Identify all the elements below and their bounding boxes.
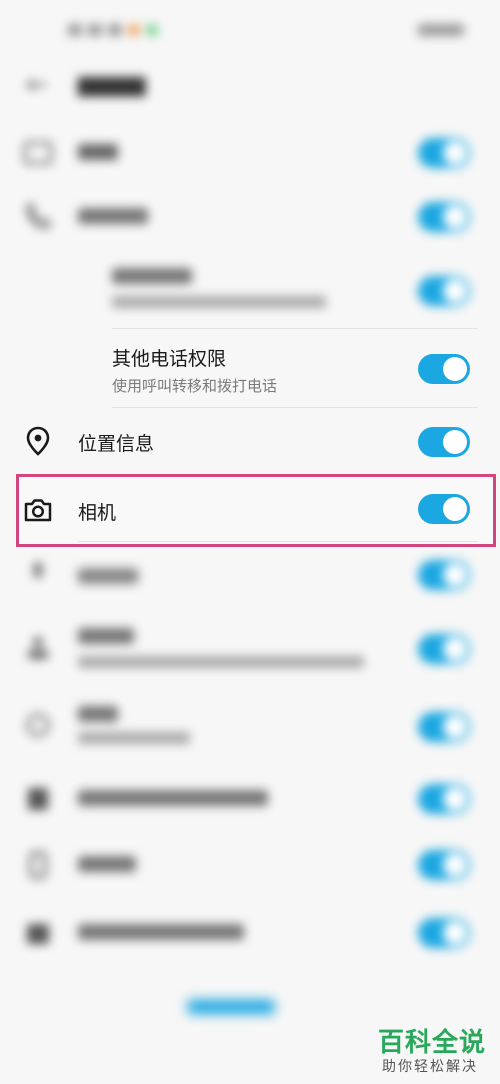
call-log-icon bbox=[28, 788, 48, 810]
permission-row-contacts[interactable] bbox=[0, 618, 500, 680]
storage-toggle[interactable] bbox=[418, 138, 470, 168]
row-sub-placeholder bbox=[112, 296, 326, 308]
page-title: ▆▆▆▆ bbox=[78, 72, 146, 97]
permission-row-other-phone[interactable]: 其他电话权限 使用呼叫转移和拨打电话 bbox=[0, 334, 500, 404]
row-label-placeholder bbox=[78, 706, 118, 722]
row-label-placeholder bbox=[78, 856, 136, 872]
other-phone-label: 其他电话权限 bbox=[112, 348, 227, 370]
row-sub-placeholder bbox=[78, 732, 190, 744]
toggle-knob bbox=[443, 357, 467, 381]
watermark-subtitle: 助你轻松解决 bbox=[382, 1059, 478, 1075]
status-bar bbox=[0, 0, 500, 60]
folder-icon bbox=[23, 141, 53, 165]
signal-icon bbox=[68, 24, 82, 36]
phone-toggle[interactable] bbox=[418, 202, 470, 232]
wifi-icon bbox=[88, 24, 102, 36]
toggle-knob bbox=[443, 637, 467, 661]
divider bbox=[78, 541, 478, 542]
toggle-knob bbox=[443, 787, 467, 811]
toggle-knob bbox=[443, 563, 467, 587]
row-label-placeholder bbox=[78, 628, 134, 644]
messages-toggle[interactable] bbox=[418, 712, 470, 742]
permission-row-location[interactable]: 位置信息 bbox=[0, 412, 500, 470]
row-label-placeholder bbox=[78, 208, 148, 224]
permission-row-call-log[interactable] bbox=[0, 774, 500, 824]
toggle-knob bbox=[443, 430, 467, 454]
contacts-icon bbox=[28, 637, 48, 659]
row-label-placeholder bbox=[78, 924, 244, 940]
row-label-placeholder bbox=[78, 568, 138, 584]
call-log-toggle[interactable] bbox=[418, 784, 470, 814]
data-icon bbox=[108, 24, 122, 36]
notification-dot-icon bbox=[128, 24, 140, 36]
camera-icon bbox=[24, 499, 52, 522]
permission-row-phone[interactable] bbox=[0, 192, 500, 242]
microphone-icon bbox=[34, 562, 42, 578]
toggle-knob bbox=[443, 921, 467, 945]
message-icon bbox=[26, 713, 50, 737]
permission-row-storage[interactable] bbox=[0, 128, 500, 178]
permission-row-calendar[interactable] bbox=[0, 908, 500, 958]
permission-row-messages[interactable] bbox=[0, 698, 500, 756]
row-label-placeholder bbox=[78, 790, 268, 806]
arrow-left-icon[interactable]: ← bbox=[26, 72, 48, 98]
other-phone-sub: 使用呼叫转移和拨打电话 bbox=[112, 377, 278, 395]
contacts-toggle[interactable] bbox=[418, 634, 470, 664]
row-label-placeholder bbox=[78, 144, 118, 160]
divider bbox=[112, 407, 478, 408]
toggle-knob bbox=[443, 279, 467, 303]
toggle-knob bbox=[443, 715, 467, 739]
view-all-permissions-link[interactable]: ▆▆▆▆▆▆▆ bbox=[188, 995, 274, 1014]
watermark-title: 百科全说 bbox=[378, 1028, 487, 1058]
camera-label: 相机 bbox=[78, 502, 117, 524]
header: ← ▆▆▆▆ bbox=[0, 60, 500, 110]
permission-row-phone-status[interactable] bbox=[0, 258, 500, 326]
location-label: 位置信息 bbox=[78, 433, 155, 455]
toggle-knob bbox=[443, 853, 467, 877]
body-sensors-toggle[interactable] bbox=[418, 850, 470, 880]
location-toggle[interactable] bbox=[418, 427, 470, 457]
calendar-icon bbox=[27, 924, 49, 944]
row-sub-placeholder bbox=[78, 656, 364, 668]
row-label-placeholder bbox=[112, 268, 192, 284]
toggle-knob bbox=[443, 141, 467, 165]
permission-row-body-sensors[interactable] bbox=[0, 840, 500, 890]
toggle-knob bbox=[443, 497, 467, 521]
app-dot-icon bbox=[146, 24, 158, 36]
other-phone-toggle[interactable] bbox=[418, 354, 470, 384]
divider bbox=[112, 328, 478, 329]
microphone-toggle[interactable] bbox=[418, 560, 470, 590]
camera-toggle[interactable] bbox=[418, 494, 470, 524]
phone-status-toggle[interactable] bbox=[418, 276, 470, 306]
permission-row-microphone[interactable] bbox=[0, 552, 500, 596]
battery-icon bbox=[418, 24, 464, 36]
toggle-knob bbox=[443, 205, 467, 229]
phone-icon bbox=[25, 201, 52, 230]
status-icons bbox=[68, 24, 158, 36]
calendar-toggle[interactable] bbox=[418, 918, 470, 948]
device-icon bbox=[29, 851, 47, 879]
permission-row-camera[interactable]: 相机 bbox=[0, 478, 500, 542]
location-pin-icon bbox=[26, 426, 50, 456]
